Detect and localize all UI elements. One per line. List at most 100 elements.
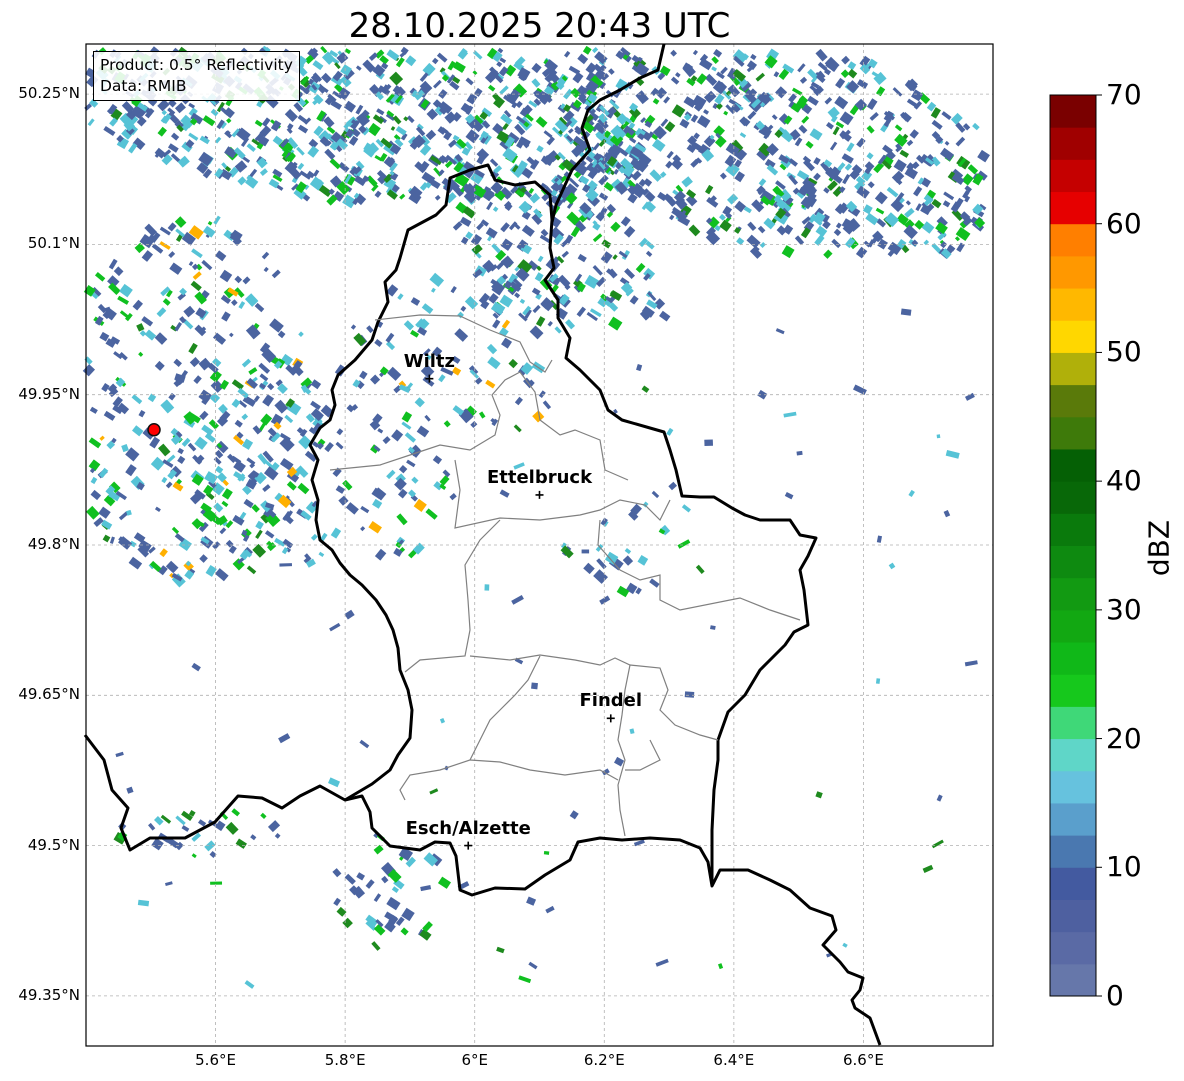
echo-cell <box>681 176 693 188</box>
echo-cell <box>479 411 486 419</box>
echo-cell <box>869 112 879 121</box>
echo-cell <box>219 269 233 283</box>
echo-cell <box>913 186 923 197</box>
echo-cell <box>500 222 510 233</box>
echo-cell <box>329 622 341 632</box>
echo-cell <box>329 158 341 170</box>
echo-cell <box>714 93 725 105</box>
echo-cell <box>420 885 432 892</box>
echo-cell <box>931 119 943 130</box>
echo-cell <box>584 274 600 289</box>
echo-cell <box>138 351 144 357</box>
echo-cell <box>719 213 726 221</box>
colorbar-segment <box>1050 674 1096 707</box>
echo-cell <box>839 111 854 126</box>
echo-cell <box>598 192 609 201</box>
echo-cell <box>624 268 635 279</box>
echo-cell <box>866 98 878 110</box>
echo-cell <box>488 293 499 304</box>
echo-cell <box>592 265 603 276</box>
echo-cell <box>750 53 757 61</box>
echo-cell <box>579 175 590 185</box>
echo-cell <box>835 222 842 229</box>
echo-cell <box>179 287 188 296</box>
echo-cell <box>773 71 780 78</box>
echo-cell <box>466 93 478 105</box>
echo-cell <box>613 168 619 175</box>
echo-cell <box>310 379 322 390</box>
echo-cell <box>801 115 810 124</box>
echo-cell <box>318 551 325 558</box>
echo-cell <box>237 387 249 399</box>
echo-cell <box>474 377 483 385</box>
echo-cell <box>425 129 437 141</box>
echo-cell <box>333 897 341 907</box>
echo-cell <box>875 86 886 97</box>
echo-cell <box>568 65 581 75</box>
echo-cell <box>419 143 432 156</box>
echo-cell <box>159 241 171 250</box>
echo-cell <box>374 338 383 347</box>
echo-cell <box>243 498 254 509</box>
echo-cell <box>174 216 187 228</box>
echo-cell <box>132 425 144 437</box>
radar-map <box>82 43 1102 1047</box>
echo-cell <box>567 128 574 134</box>
echo-cell <box>894 124 903 132</box>
echo-cell <box>424 414 431 422</box>
echo-cell <box>242 438 254 450</box>
echo-cell <box>160 399 175 414</box>
echo-cell <box>942 200 951 208</box>
echo-cell <box>758 178 767 187</box>
echo-cell <box>629 728 635 735</box>
echo-cell <box>188 261 194 267</box>
colorbar-segment <box>1050 770 1096 804</box>
echo-cell <box>746 234 761 249</box>
echo-cell <box>425 508 438 520</box>
echo-cell <box>307 145 320 158</box>
echo-cell <box>622 555 634 566</box>
echo-cell <box>338 495 349 506</box>
radar-site-marker <box>147 423 161 437</box>
echo-cell <box>259 373 269 382</box>
echo-cell <box>410 297 421 306</box>
echo-cell <box>856 137 866 148</box>
echo-cell <box>783 411 797 418</box>
echo-cell <box>492 206 499 212</box>
echo-cell <box>433 79 442 89</box>
echo-cell <box>649 169 662 182</box>
echo-cell <box>824 97 833 105</box>
echo-cell <box>592 233 603 243</box>
colorbar-segment <box>1050 899 1096 933</box>
echo-cell <box>826 122 834 130</box>
town-marker <box>535 490 544 499</box>
echo-cell <box>514 396 523 406</box>
echo-cell <box>599 595 611 605</box>
echo-cell <box>515 100 523 109</box>
echo-cell <box>411 476 419 484</box>
echo-cell <box>659 310 671 322</box>
echo-cell <box>542 400 552 410</box>
echo-cell <box>255 529 263 539</box>
echo-cell <box>438 374 446 383</box>
echo-cell <box>705 184 714 195</box>
echo-cell <box>755 72 765 82</box>
echo-cell <box>668 481 678 491</box>
echo-cell <box>714 135 727 148</box>
colorbar-segment <box>1050 577 1096 611</box>
echo-cell <box>137 899 150 907</box>
echo-cell <box>906 139 914 147</box>
echo-cell <box>608 68 615 75</box>
echo-cell <box>594 51 608 65</box>
echo-cell <box>88 459 101 472</box>
echo-cell <box>759 241 766 249</box>
echo-cell <box>908 489 915 498</box>
echo-cell <box>596 558 607 570</box>
echo-cell <box>487 84 496 92</box>
echo-cell <box>688 224 701 237</box>
town-markers <box>425 374 615 850</box>
echo-cell <box>876 535 883 543</box>
echo-cell <box>941 111 952 121</box>
echo-cell <box>888 562 896 570</box>
echo-cell <box>246 457 256 466</box>
